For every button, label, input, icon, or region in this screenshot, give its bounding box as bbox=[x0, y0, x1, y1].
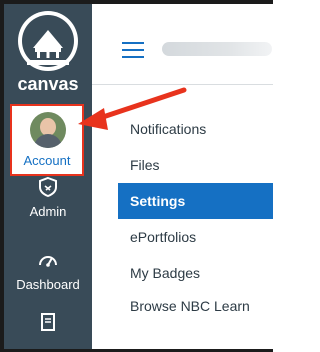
global-navigation: canvas Account Admin Dashboard bbox=[4, 4, 92, 349]
nav-item-dashboard-label: Dashboard bbox=[16, 277, 80, 292]
menu-item-my-badges[interactable]: My Badges bbox=[92, 255, 273, 291]
nav-item-courses[interactable] bbox=[4, 311, 92, 333]
menu-item-files[interactable]: Files bbox=[92, 147, 273, 183]
main-content: Notifications Files Settings ePortfolios… bbox=[92, 4, 273, 349]
book-icon bbox=[41, 313, 55, 331]
nav-item-dashboard[interactable]: Dashboard bbox=[4, 249, 92, 292]
menu-item-browse-nbc-learn[interactable]: Browse NBC Learn bbox=[92, 291, 273, 339]
shield-icon bbox=[39, 176, 57, 198]
top-bar bbox=[92, 4, 273, 85]
screenshot-frame: canvas Account Admin Dashboard Notificat… bbox=[0, 0, 273, 352]
nav-item-account-label: Account bbox=[23, 153, 71, 168]
account-menu: Notifications Files Settings ePortfolios… bbox=[92, 111, 273, 339]
user-avatar bbox=[30, 112, 66, 148]
nav-item-admin-label: Admin bbox=[29, 204, 67, 219]
breadcrumb-user-name bbox=[162, 42, 272, 56]
menu-item-eportfolios[interactable]: ePortfolios bbox=[92, 219, 273, 255]
speedometer-icon bbox=[39, 256, 57, 267]
menu-item-settings[interactable]: Settings bbox=[118, 183, 273, 219]
hamburger-menu-icon[interactable] bbox=[122, 42, 144, 58]
nav-item-admin[interactable]: Admin bbox=[4, 176, 92, 219]
annotation-arrow bbox=[78, 87, 187, 130]
institution-logo[interactable] bbox=[17, 10, 79, 72]
